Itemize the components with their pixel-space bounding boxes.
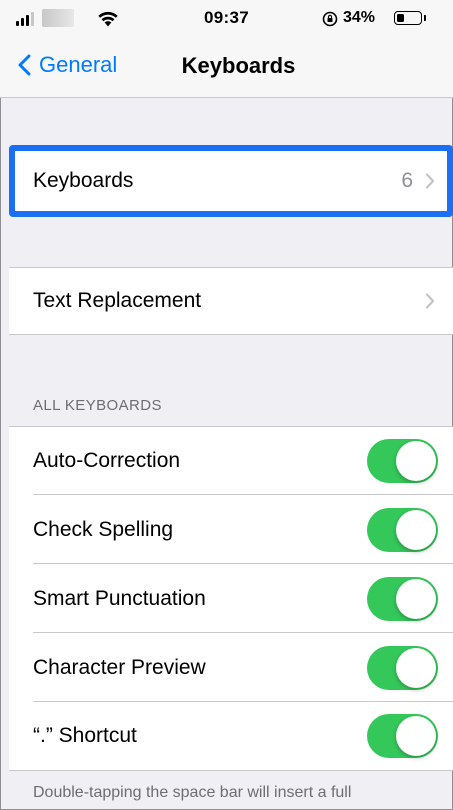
toggle-row-character-preview: Character Preview bbox=[9, 633, 453, 702]
battery-percentage: 34% bbox=[343, 9, 376, 26]
text-replacement-row[interactable]: Text Replacement bbox=[9, 267, 453, 335]
check-spelling-toggle[interactable] bbox=[367, 507, 438, 552]
toggle-knob bbox=[396, 509, 436, 550]
toggle-label: Auto-Correction bbox=[33, 449, 181, 472]
keyboards-row-label: Keyboards bbox=[33, 169, 134, 192]
toggle-label: Check Spelling bbox=[33, 517, 174, 541]
toggle-label: Smart Punctuation bbox=[33, 586, 206, 610]
toggle-row-check-spelling: Check Spelling bbox=[9, 495, 453, 564]
chevron-right-icon bbox=[425, 293, 435, 309]
toggle-knob bbox=[396, 647, 436, 688]
battery-tip bbox=[424, 15, 426, 21]
toggle-label: Character Preview bbox=[33, 655, 206, 679]
keyboards-count: 6 bbox=[401, 169, 413, 192]
toggle-label: “.” Shortcut bbox=[33, 724, 137, 747]
toggle-knob bbox=[396, 578, 436, 619]
toggle-knob bbox=[396, 716, 436, 756]
clock: 09:37 bbox=[204, 8, 249, 27]
character-preview-toggle[interactable] bbox=[367, 645, 438, 690]
auto-correction-toggle[interactable] bbox=[367, 439, 438, 483]
battery-level-fill bbox=[396, 13, 404, 22]
chevron-right-icon bbox=[425, 173, 435, 189]
toggle-row-smart-punctuation: Smart Punctuation bbox=[9, 564, 453, 633]
status-bar: 09:37 34% bbox=[0, 0, 453, 36]
toggle-knob bbox=[396, 441, 436, 481]
battery-icon bbox=[394, 11, 422, 25]
section-header-all-keyboards: ALL KEYBOARDS bbox=[33, 397, 162, 414]
period-shortcut-toggle[interactable] bbox=[367, 714, 438, 758]
keyboards-row[interactable]: Keyboards 6 bbox=[9, 145, 453, 217]
text-replacement-label: Text Replacement bbox=[33, 289, 202, 312]
toggle-row-auto-correction: Auto-Correction bbox=[9, 426, 453, 495]
navigation-bar: General Keyboards bbox=[0, 36, 453, 98]
orientation-lock-icon bbox=[322, 11, 338, 27]
page-title: Keyboards bbox=[181, 53, 296, 78]
toggle-row-period-shortcut: “.” Shortcut bbox=[9, 702, 453, 771]
section-footer-note: Double-tapping the space bar will insert… bbox=[33, 784, 352, 801]
settings-screen: 09:37 34% General Keyboards Keyboards 6 … bbox=[0, 0, 453, 810]
smart-punctuation-toggle[interactable] bbox=[367, 576, 438, 621]
